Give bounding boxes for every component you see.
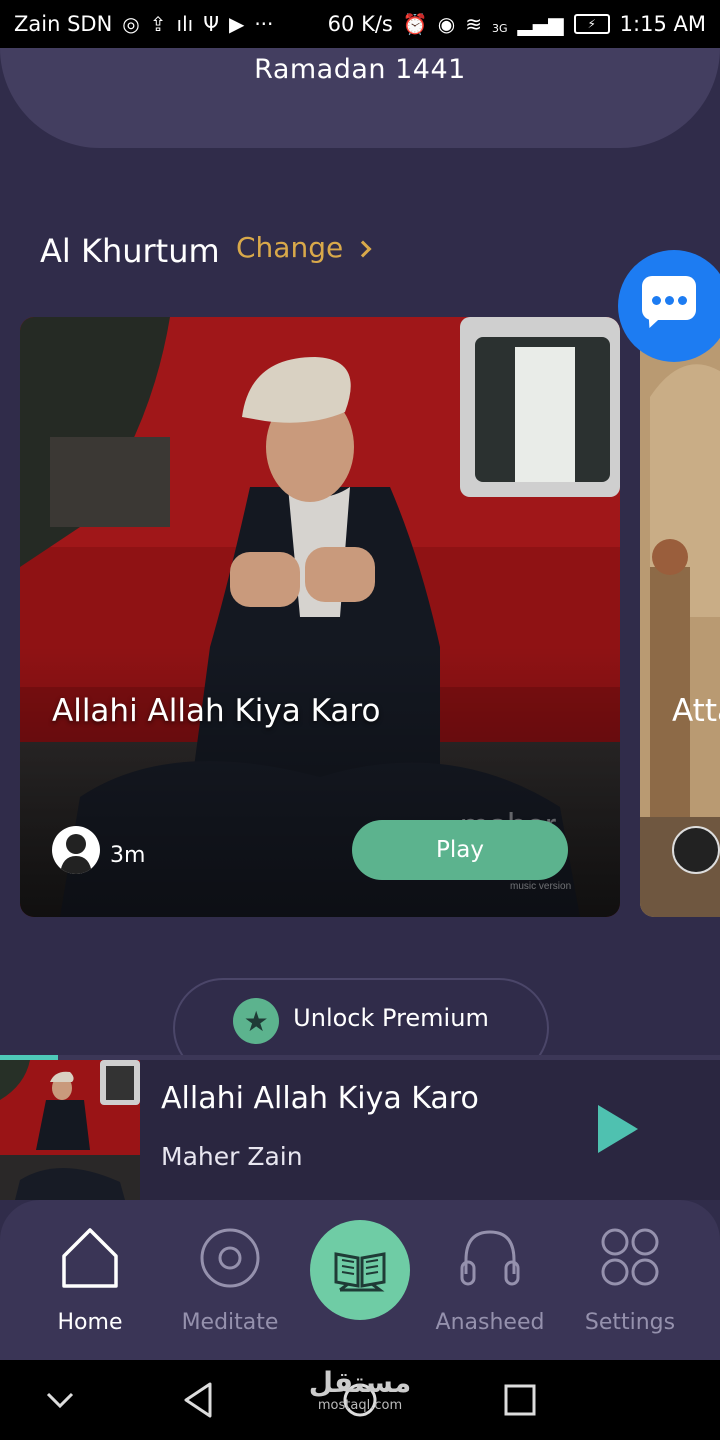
track-card-title: Allahi Allah Kiya Karo [52,693,381,729]
system-nav-bar: مستقل mostaql.com [0,1360,720,1440]
mini-player[interactable]: Allahi Allah Kiya Karo Maher Zain [0,1055,720,1200]
now-playing-title: Allahi Allah Kiya Karo [161,1081,479,1116]
battery-icon: ⚡ [573,14,610,34]
artist-avatar-next [672,826,720,874]
upload-icon: ⇪ [149,12,167,36]
tab-settings-label: Settings [584,1310,676,1335]
chevron-down-icon[interactable] [40,1380,80,1420]
recents-icon[interactable] [500,1380,540,1420]
alarm-icon: ⏰ [402,12,428,36]
tab-anasheed-label: Anasheed [435,1310,545,1335]
tab-home[interactable]: Home [20,1200,160,1360]
status-bar: Zain SDN ◎ ⇪ ılı Ψ ▶ ··· 60 K/s ⏰ ◉ ≋ 3G… [0,0,720,48]
tab-anasheed[interactable]: Anasheed [420,1200,560,1360]
star-icon: ★ [233,998,280,1044]
cover-subcaption: music version [510,881,571,892]
change-label: Change [236,231,344,264]
unlock-premium-label: Unlock Premium [293,1004,489,1032]
hijri-date-banner: Ramadan 1441 [0,48,720,148]
chevron-right-icon [354,240,372,257]
network-type: 3G [491,22,508,35]
wifi-icon: ≋ [465,12,482,36]
track-card[interactable]: maher music version Allahi Allah Kiya Ka… [20,317,620,917]
back-icon[interactable] [180,1380,220,1420]
eye-icon: ◉ [437,12,456,36]
track-card-title-next: Atta [672,693,720,729]
change-location-link[interactable]: Change [236,231,372,264]
tab-quran[interactable] [310,1220,410,1320]
quran-icon [334,1252,386,1292]
meditate-icon [200,1228,260,1288]
track-duration: 3m [110,843,146,868]
track-card-next[interactable]: Atta [640,317,720,917]
headphones-icon [460,1230,520,1286]
home-icon [62,1228,118,1288]
tab-settings[interactable]: Settings [560,1200,700,1360]
play-button-label: Play [436,837,484,863]
location-name: Al Khurtum [40,232,220,270]
play-button[interactable]: Play [352,820,568,880]
clock: 1:15 AM [619,12,706,36]
mini-player-cover [0,1060,140,1200]
sync-icon: ◎ [122,12,140,36]
network-speed: 60 K/s [327,12,393,36]
settings-grid-icon [601,1228,659,1286]
watermark: مستقل mostaql.com [300,1366,420,1413]
signal-bars-icon: ılı [176,12,194,36]
artist-avatar [52,826,100,874]
hijri-date: Ramadan 1441 [254,54,466,85]
bottom-tab-bar: Home Meditate Anasheed Settings [0,1200,720,1360]
tab-meditate[interactable]: Meditate [160,1200,300,1360]
youtube-icon: ▶ [228,12,245,36]
more-dots-icon: ··· [254,12,274,36]
mini-play-icon[interactable] [598,1105,638,1153]
watermark-arabic: مستقل [308,1366,412,1399]
user-silhouette-icon [60,834,92,874]
tab-meditate-label: Meditate [181,1310,279,1335]
carrier-label: Zain SDN [14,12,113,36]
tab-home-label: Home [57,1310,123,1335]
watermark-latin: mostaql.com [317,1397,403,1413]
chat-button[interactable] [618,250,720,362]
cell-signal-icon: ▂▄▆ [517,12,564,36]
usb-icon: Ψ [203,12,219,36]
track-cover-image-next [640,317,720,917]
now-playing-artist: Maher Zain [161,1142,303,1171]
